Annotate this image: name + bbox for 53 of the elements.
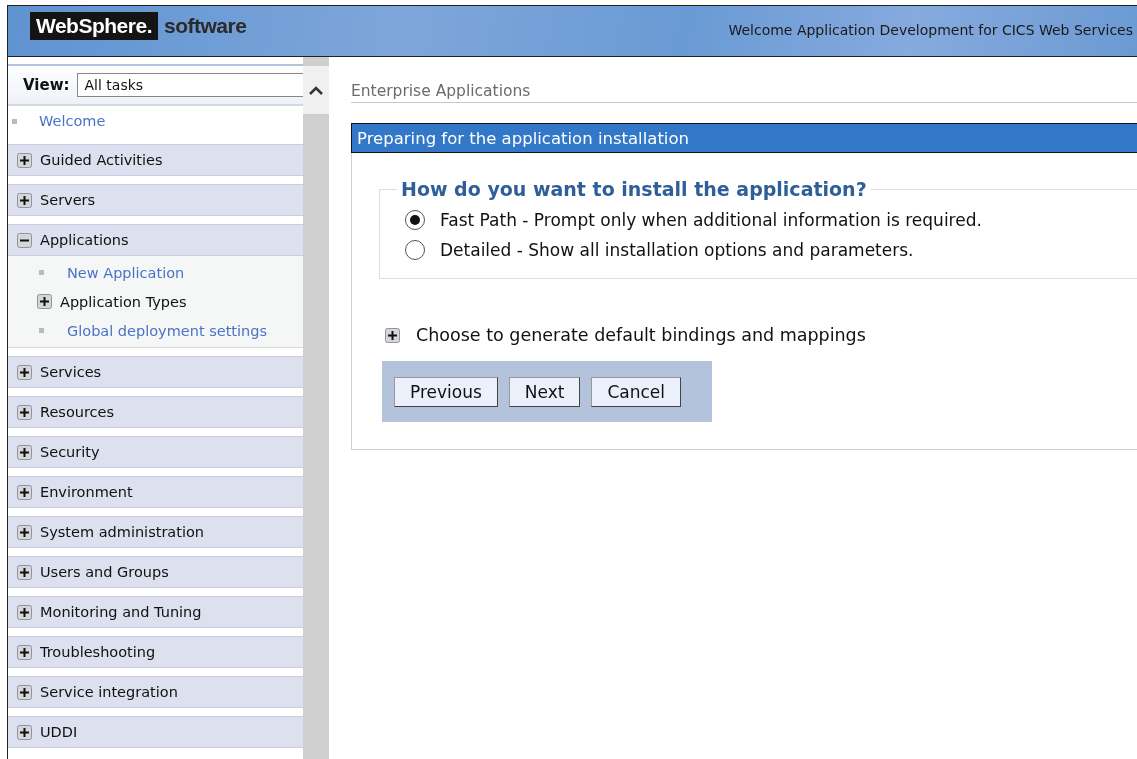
sidebar-section[interactable]: Resources [8,396,303,428]
expand-icon[interactable] [37,294,52,309]
expand-icon[interactable] [17,684,32,700]
bindings-label: Choose to generate default bindings and mappings [416,325,866,345]
collapse-icon[interactable] [17,232,32,248]
option-label: Detailed - Show all installation options and parameters. [440,240,914,260]
expand-icon[interactable] [17,524,32,540]
sidebar-section[interactable]: Users and Groups [8,556,303,588]
sidebar-section[interactable]: Monitoring and Tuning [8,596,303,628]
view-label: View: [23,76,70,94]
sidebar-item[interactable]: Application Types [60,293,187,310]
scrollbar[interactable] [303,57,329,759]
sidebar-section[interactable]: Guided Activities [8,144,303,176]
sidebar-section[interactable]: System administration [8,516,303,548]
question-heading: How do you want to install the application? [400,178,868,200]
expand-icon[interactable] [17,564,32,580]
radio-button[interactable] [405,210,425,230]
sidebar-section[interactable]: Troubleshooting [8,636,303,668]
wizard-button[interactable]: Previous [394,376,498,407]
expand-icon[interactable] [17,604,32,620]
welcome-text: Welcome Application Development for CICS Web Services [728,22,1133,38]
expand-icon[interactable] [17,484,32,500]
expand-icon[interactable] [17,644,32,660]
expand-icon[interactable] [385,327,400,343]
sidebar-link[interactable]: Global deployment settings [67,322,268,339]
expand-icon[interactable] [17,192,32,208]
sidebar-section[interactable]: Servers [8,184,303,216]
sidebar-section[interactable]: Service integration [8,676,303,708]
logo-mark: WebSphere. [30,12,158,40]
option-label: Fast Path - Prompt only when additional information is required. [440,210,982,230]
sidebar-section[interactable]: Environment [8,476,303,508]
sidebar-section[interactable]: Applications [8,224,303,256]
view-select[interactable]: All tasks [76,73,303,97]
expand-icon[interactable] [17,444,32,460]
wizard-button[interactable]: Next [508,376,581,407]
sidebar-section[interactable]: Services [8,356,303,388]
scroll-up-icon[interactable] [308,85,324,95]
bullet-icon [12,118,17,124]
sidebar-section[interactable]: UDDI [8,716,303,748]
sidebar-link[interactable]: Welcome [39,113,106,129]
expand-icon[interactable] [17,364,32,380]
bullet-icon [39,270,44,275]
sidebar-link[interactable]: New Application [67,264,185,281]
radio-button[interactable] [405,240,425,260]
logo-text: software [164,13,247,38]
expand-icon[interactable] [17,404,32,420]
breadcrumb: Enterprise Applications [351,82,1137,103]
expand-icon[interactable] [17,152,32,168]
expand-icon[interactable] [17,724,32,740]
wizard-button[interactable]: Cancel [591,376,682,407]
bullet-icon [39,328,44,333]
sidebar-section[interactable]: Security [8,436,303,468]
panel-title: Preparing for the application installation [351,123,1137,153]
